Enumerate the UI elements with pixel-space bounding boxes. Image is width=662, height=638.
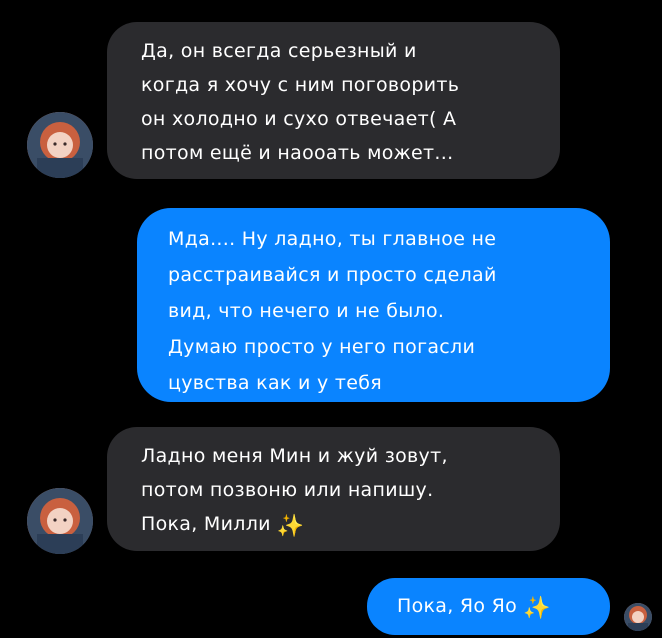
message-bubble-incoming[interactable]: Да, он всегда серьезный и когда я хочу с… xyxy=(107,22,560,179)
message-text-line: расстраивайся и просто сделай xyxy=(168,264,497,286)
message-text-line: Думаю просто у него погасли xyxy=(168,336,476,358)
avatar-image xyxy=(27,488,93,554)
message-bubble-outgoing[interactable]: Пока, Яо Яо ✨ xyxy=(367,578,610,635)
message-text-line: вид, что нечего и не было. xyxy=(168,300,445,322)
read-receipt-avatar xyxy=(624,603,652,631)
message-text-line: когда я хочу с ним поговорить xyxy=(141,74,460,96)
message-text-line: он холодно и сухо отвечает( А xyxy=(141,108,457,130)
contact-avatar[interactable] xyxy=(27,488,93,554)
message-text-line: Мда.... Ну ладно, ты главное не xyxy=(168,228,497,250)
message-text-line: цувства как и у тебя xyxy=(168,372,382,394)
message-text-line: Да, он всегда серьезный и xyxy=(141,40,417,62)
message-bubble-incoming[interactable]: Ладно меня Мин и жуй зовут, потом позвон… xyxy=(107,427,560,551)
sparkles-icon: ✨ xyxy=(523,596,551,621)
message-text-line: Ладно меня Мин и жуй зовут, xyxy=(141,445,448,467)
message-bubble-outgoing[interactable]: Мда.... Ну ладно, ты главное не расстраи… xyxy=(137,208,610,402)
avatar-image xyxy=(624,603,652,631)
message-text-line: потом ещё и наооать может... xyxy=(141,142,454,164)
sparkles-icon: ✨ xyxy=(276,514,305,539)
message-text: Пока, Яо Яо xyxy=(397,595,518,617)
message-text: Пока, Милли xyxy=(141,513,271,535)
message-text-line: потом позвоню или напишу. xyxy=(141,479,434,501)
message-text-line: Пока, Милли ✨ xyxy=(141,507,560,541)
avatar-image xyxy=(27,112,93,178)
contact-avatar[interactable] xyxy=(27,112,93,178)
message-text-line: Пока, Яо Яо ✨ xyxy=(397,589,610,623)
